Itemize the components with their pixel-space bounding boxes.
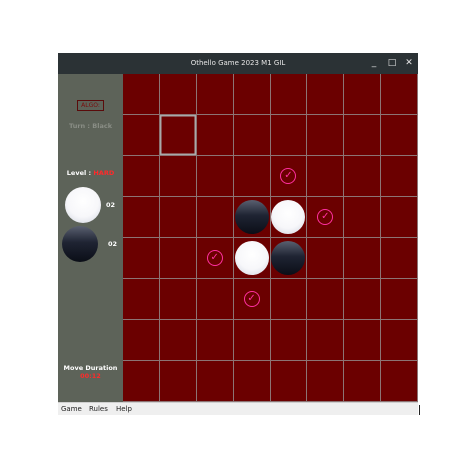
- board-cell[interactable]: [381, 361, 418, 402]
- board-cell[interactable]: [270, 115, 308, 156]
- board-cell[interactable]: [270, 320, 308, 361]
- board-cell[interactable]: [196, 74, 234, 115]
- board-cell[interactable]: [159, 74, 197, 115]
- board-cell[interactable]: [270, 74, 308, 115]
- valid-move-check-icon[interactable]: ✓: [317, 209, 334, 225]
- board-cell[interactable]: [344, 238, 382, 279]
- title-bar: Othello Game 2023 M1 GIL _ □ ✕: [58, 53, 418, 74]
- board-cell[interactable]: [307, 115, 345, 156]
- level-display: Level : HARD: [58, 169, 123, 177]
- board-cell[interactable]: [159, 238, 197, 279]
- board-cell[interactable]: [159, 156, 197, 197]
- board-cell[interactable]: [270, 279, 308, 320]
- board-cell[interactable]: [123, 156, 160, 197]
- board-cell[interactable]: [344, 197, 382, 238]
- board-cell[interactable]: [307, 156, 345, 197]
- board-cell[interactable]: [307, 361, 345, 402]
- algo-button[interactable]: ALGO:: [77, 100, 104, 111]
- board-cell[interactable]: [344, 320, 382, 361]
- menu-game[interactable]: Game: [61, 405, 82, 413]
- board-cell[interactable]: [159, 320, 197, 361]
- close-button[interactable]: ✕: [403, 57, 415, 69]
- board-cell[interactable]: [159, 279, 197, 320]
- board-cell[interactable]: [233, 238, 271, 279]
- board-cell[interactable]: [123, 361, 160, 402]
- board-cell[interactable]: ✓: [196, 238, 234, 279]
- move-duration-label: Move Duration: [63, 364, 118, 372]
- white-piece-icon: [65, 187, 101, 223]
- board-cell[interactable]: [270, 238, 308, 279]
- board-cell[interactable]: [159, 197, 197, 238]
- board-cell[interactable]: [233, 156, 271, 197]
- board-cell[interactable]: [123, 115, 160, 156]
- board-cell[interactable]: [270, 361, 308, 402]
- board-cell[interactable]: [233, 115, 271, 156]
- white-score: 02: [106, 201, 116, 209]
- board-cell[interactable]: [307, 279, 345, 320]
- window-title: Othello Game 2023 M1 GIL: [190, 59, 286, 67]
- board-cell[interactable]: ✓: [233, 279, 271, 320]
- board-cell[interactable]: [123, 74, 160, 115]
- board-cell[interactable]: [123, 238, 160, 279]
- board-cell[interactable]: [344, 156, 382, 197]
- board-cell[interactable]: [344, 361, 382, 402]
- resize-handle[interactable]: [419, 405, 420, 415]
- board-cell[interactable]: [344, 74, 382, 115]
- board-cell[interactable]: [307, 74, 345, 115]
- board-cell[interactable]: [381, 115, 418, 156]
- board-cell[interactable]: [233, 361, 271, 402]
- board-cell[interactable]: [381, 279, 418, 320]
- white-disc: [271, 200, 306, 234]
- menu-rules[interactable]: Rules: [89, 405, 108, 413]
- board-cell[interactable]: [233, 197, 271, 238]
- board-cell[interactable]: [344, 279, 382, 320]
- board-cell[interactable]: [196, 279, 234, 320]
- board-cell[interactable]: [233, 74, 271, 115]
- side-panel: ALGO: Turn : Black Level : HARD 02 02 Mo…: [58, 74, 123, 402]
- menu-help[interactable]: Help: [116, 405, 132, 413]
- game-board: ✓ ✓ ✓ ✓: [123, 74, 418, 402]
- board-cell[interactable]: [196, 320, 234, 361]
- board-cell[interactable]: [123, 320, 160, 361]
- turn-indicator: Turn : Black: [68, 122, 113, 130]
- black-disc: [271, 241, 306, 275]
- move-duration-value: 00:12: [80, 372, 101, 380]
- level-label: Level :: [66, 169, 92, 177]
- board-cell[interactable]: [381, 320, 418, 361]
- board-cell[interactable]: [159, 115, 197, 156]
- board-cell[interactable]: [381, 238, 418, 279]
- board-cell[interactable]: ✓: [307, 197, 345, 238]
- black-piece-icon: [62, 226, 98, 262]
- board-cell[interactable]: [196, 197, 234, 238]
- maximize-button[interactable]: □: [386, 57, 398, 69]
- board-cell[interactable]: [307, 320, 345, 361]
- board-cell[interactable]: [307, 238, 345, 279]
- valid-move-check-icon[interactable]: ✓: [206, 250, 223, 266]
- board-cell[interactable]: [196, 156, 234, 197]
- level-value: HARD: [93, 169, 115, 177]
- board-cell[interactable]: [381, 156, 418, 197]
- board-cell[interactable]: [344, 115, 382, 156]
- black-disc: [234, 200, 269, 234]
- board-cell[interactable]: ✓: [270, 156, 308, 197]
- board-cell[interactable]: [381, 197, 418, 238]
- valid-move-check-icon[interactable]: ✓: [243, 291, 260, 307]
- board-cell[interactable]: [270, 197, 308, 238]
- board-cell[interactable]: [159, 361, 197, 402]
- white-disc: [234, 241, 269, 275]
- board-cell[interactable]: [381, 74, 418, 115]
- menu-bar: Game Rules Help: [58, 402, 418, 415]
- board-cell[interactable]: [233, 320, 271, 361]
- board-cell[interactable]: [196, 361, 234, 402]
- minimize-button[interactable]: _: [368, 57, 380, 69]
- black-score: 02: [108, 240, 118, 248]
- board-cell[interactable]: [123, 279, 160, 320]
- board-cell[interactable]: [123, 197, 160, 238]
- game-window: Othello Game 2023 M1 GIL _ □ ✕ ALGO: Tur…: [58, 53, 418, 415]
- board-cell[interactable]: [196, 115, 234, 156]
- valid-move-check-icon[interactable]: ✓: [280, 168, 297, 184]
